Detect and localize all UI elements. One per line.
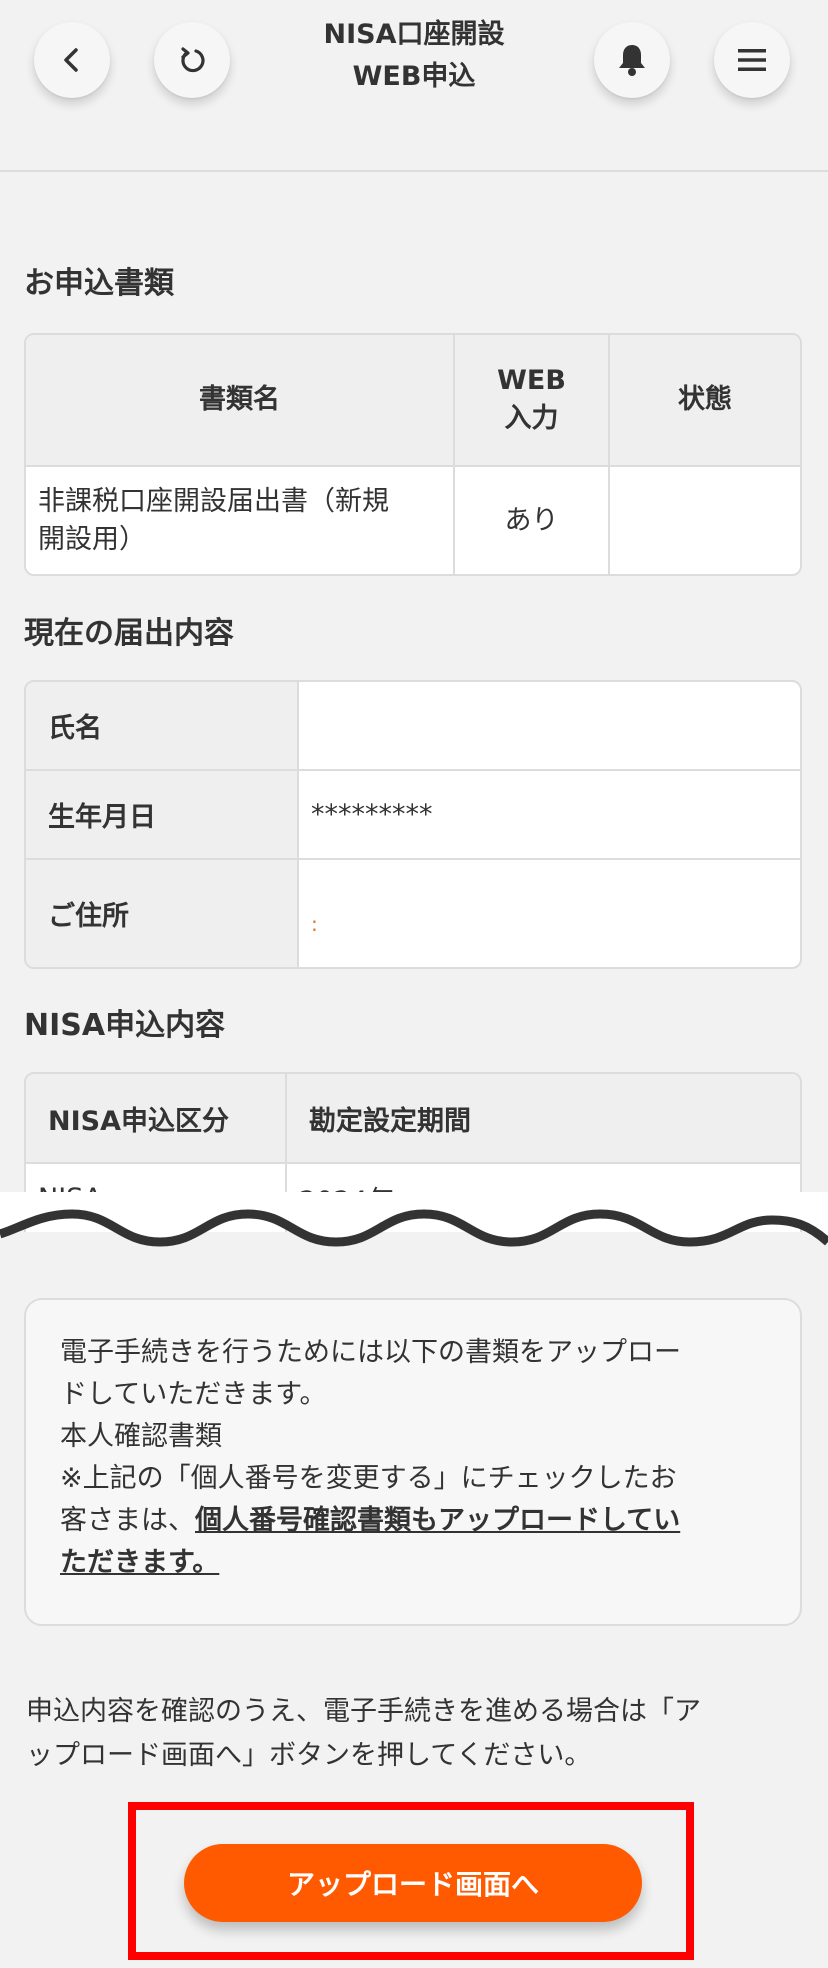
reload-icon bbox=[181, 47, 205, 73]
column-header: 勘定設定期間 bbox=[285, 1074, 800, 1164]
upload-notice-box: 電子手続きを行うためには以下の書類をアップロー ドしていただきます。 本人確認書… bbox=[24, 1298, 802, 1626]
column-header: 書類名 bbox=[26, 335, 455, 467]
current-info-table: 氏名 生年月日 ********* ご住所 : bbox=[24, 680, 802, 969]
chevron-left-icon bbox=[64, 48, 78, 72]
mynumber-docs-link[interactable]: 個人番号確認書類もアップロードしてい bbox=[195, 1505, 680, 1536]
document-name-cell: 非課税口座開設届出書（新規 開設用） bbox=[26, 465, 455, 574]
status-cell bbox=[608, 465, 800, 574]
notification-button[interactable] bbox=[594, 22, 670, 98]
notice-line: 電子手続きを行うためには以下の書類をアップロー bbox=[60, 1337, 681, 1368]
column-header: NISA申込区分 bbox=[26, 1074, 287, 1164]
document-name-line: 非課税口座開設届出書（新規 bbox=[38, 485, 389, 517]
birthdate-value: ********* bbox=[297, 769, 800, 860]
web-input-cell: あり bbox=[453, 465, 610, 574]
bell-icon bbox=[619, 45, 645, 76]
app-header: NISA口座開設 WEB申込 bbox=[0, 0, 828, 172]
table-header-row: 書類名 WEB 入力 状態 bbox=[26, 335, 800, 467]
column-header-line: 入力 bbox=[504, 403, 559, 434]
notice-line: ドしていただきます。 bbox=[60, 1379, 327, 1410]
notice-line: ※上記の「個人番号を変更する」にチェックしたお bbox=[60, 1463, 677, 1494]
table-row: 氏名 bbox=[26, 682, 800, 771]
column-header: WEB 入力 bbox=[453, 335, 610, 467]
instruction-line: 申込内容を確認のうえ、電子手続きを進める場合は「ア bbox=[26, 1696, 701, 1727]
notice-line: ただきます。 bbox=[60, 1542, 768, 1584]
notice-text: 客さまは、 bbox=[60, 1505, 195, 1536]
mynumber-docs-link-cont[interactable]: ただきます。 bbox=[60, 1547, 219, 1578]
column-header-line: WEB bbox=[497, 365, 566, 396]
row-label: 氏名 bbox=[26, 682, 299, 771]
instruction-text: 申込内容を確認のうえ、電子手続きを進める場合は「ア ップロード画面へ」ボタンを押… bbox=[26, 1690, 806, 1778]
notice-line: 本人確認書類 bbox=[60, 1421, 222, 1452]
instruction-line: ップロード画面へ」ボタンを押してください。 bbox=[26, 1740, 592, 1771]
table-row: ご住所 : bbox=[26, 858, 800, 967]
current-section-title: 現在の届出内容 bbox=[24, 616, 234, 651]
upload-screen-button[interactable]: アップロード画面へ bbox=[184, 1844, 642, 1922]
column-header: 状態 bbox=[608, 335, 800, 467]
back-button[interactable] bbox=[34, 22, 110, 98]
table-row: 非課税口座開設届出書（新規 開設用） あり bbox=[26, 465, 800, 574]
row-label: ご住所 bbox=[26, 858, 299, 967]
nisa-section-title: NISA申込内容 bbox=[24, 1008, 226, 1043]
page-title-line2: WEB申込 bbox=[352, 61, 476, 92]
name-value bbox=[297, 682, 800, 771]
table-row: 生年月日 ********* bbox=[26, 769, 800, 860]
document-name-line: 開設用） bbox=[38, 523, 146, 555]
table-header-row: NISA申込区分 勘定設定期間 bbox=[26, 1074, 800, 1164]
row-label: 生年月日 bbox=[26, 769, 299, 860]
menu-button[interactable] bbox=[714, 22, 790, 98]
hamburger-menu-icon bbox=[738, 49, 766, 71]
notice-line: 客さまは、個人番号確認書類もアップロードしてい bbox=[60, 1500, 768, 1542]
page-title: NISA口座開設 WEB申込 bbox=[270, 14, 558, 98]
page-title-line1: NISA口座開設 bbox=[323, 19, 505, 50]
reload-button[interactable] bbox=[154, 22, 230, 98]
wave-separator bbox=[0, 1192, 828, 1247]
documents-table: 書類名 WEB 入力 状態 非課税口座開設届出書（新規 開設用） あり bbox=[24, 333, 802, 576]
documents-section-title: お申込書類 bbox=[24, 266, 174, 301]
address-value: : bbox=[297, 858, 800, 967]
